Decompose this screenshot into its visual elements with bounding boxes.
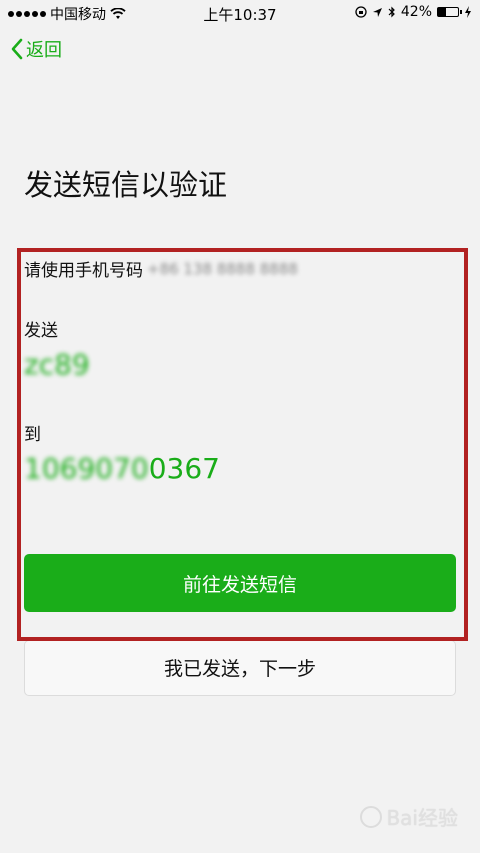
page-title: 发送短信以验证	[24, 168, 228, 202]
code-visible-part: 89	[54, 348, 90, 381]
phone-number-masked: +86 138 8888 8888	[147, 259, 298, 278]
back-button[interactable]: 返回	[10, 36, 62, 62]
back-label: 返回	[26, 40, 62, 61]
watermark: Bai经验	[360, 802, 458, 831]
phone-row: 请使用手机号码 +86 138 8888 8888	[24, 256, 298, 282]
location-icon	[372, 7, 382, 17]
target-number: 10690700367	[24, 452, 220, 485]
chevron-left-icon	[11, 38, 23, 60]
code-hidden-part: zc	[24, 348, 55, 381]
number-hidden-part: 1069070	[24, 452, 149, 485]
number-visible-part: 0367	[148, 452, 220, 485]
watermark-text: Bai经验	[386, 806, 458, 830]
orientation-lock-icon	[355, 6, 367, 18]
status-bar: 中国移动 上午10:37 42%	[0, 0, 480, 26]
to-label: 到	[24, 425, 41, 445]
battery-percent: 42%	[400, 4, 432, 20]
baidu-paw-icon	[360, 805, 383, 828]
send-sms-button[interactable]: 前往发送短信	[24, 554, 456, 612]
send-label: 发送	[24, 321, 58, 341]
battery-fill	[438, 8, 447, 16]
already-sent-button[interactable]: 我已发送，下一步	[24, 640, 456, 696]
verification-code: zc89	[24, 348, 90, 381]
bluetooth-icon	[388, 6, 395, 18]
battery-icon	[437, 7, 462, 17]
status-right: 42%	[355, 4, 472, 20]
charging-icon	[465, 6, 471, 18]
phone-label: 请使用手机号码	[24, 261, 143, 281]
